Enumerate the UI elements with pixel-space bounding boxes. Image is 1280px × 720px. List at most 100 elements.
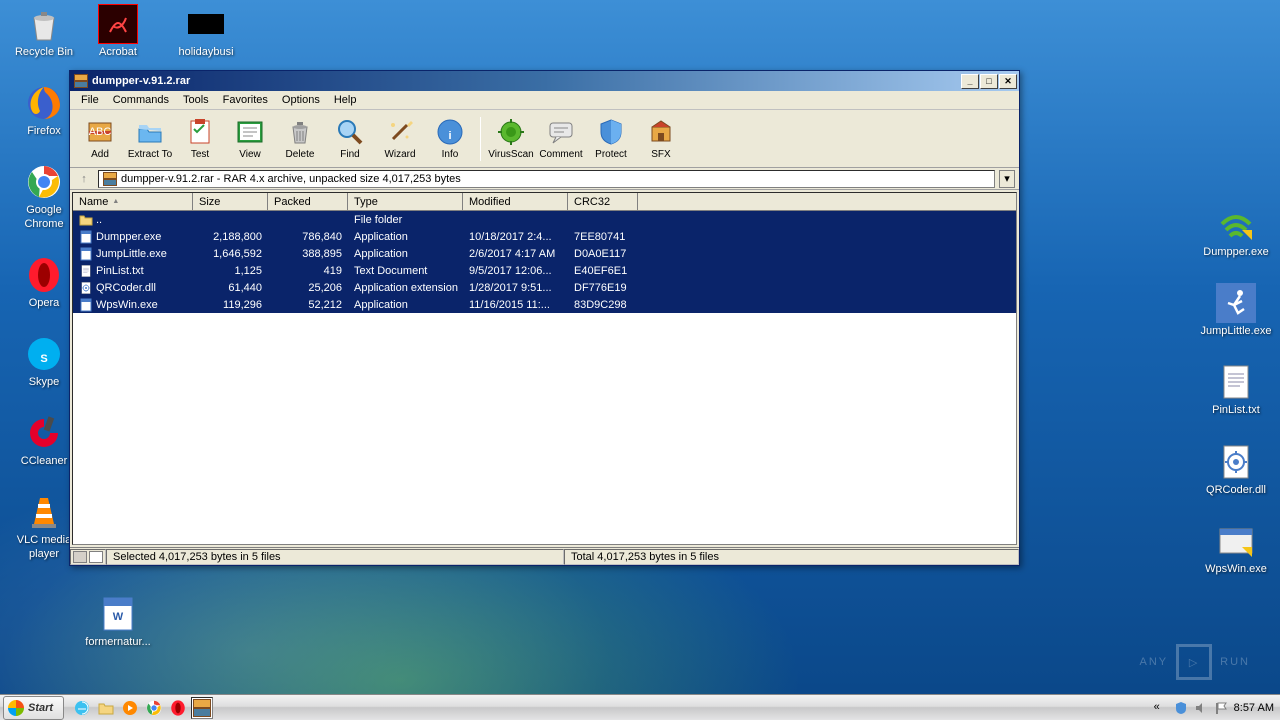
firefox-icon [24, 83, 64, 123]
column-header-type[interactable]: Type [348, 193, 463, 210]
test-icon [185, 117, 215, 147]
path-field[interactable]: dumpper-v.91.2.rar - RAR 4.x archive, un… [98, 170, 995, 188]
column-headers: NameSizePackedTypeModifiedCRC32 [73, 193, 1016, 211]
file-row[interactable]: QRCoder.dll 61,440 25,206 Application ex… [73, 279, 1016, 296]
tool-info[interactable]: iInfo [426, 113, 474, 165]
menu-options[interactable]: Options [275, 92, 327, 108]
cell-modified: 1/28/2017 9:51... [463, 281, 568, 295]
start-button[interactable]: Start [3, 696, 64, 720]
tool-find[interactable]: Find [326, 113, 374, 165]
taskbar-item-opera[interactable] [167, 697, 189, 719]
column-header-size[interactable]: Size [193, 193, 268, 210]
tool-view[interactable]: View [226, 113, 274, 165]
tool-label: View [239, 149, 261, 160]
desktop-icon-dumpper-exe[interactable]: Dumpper.exe [1200, 204, 1272, 259]
tool-label: Protect [595, 149, 627, 160]
tool-comment[interactable]: Comment [537, 113, 585, 165]
cell-packed: 786,840 [268, 230, 348, 244]
cell-packed: 52,212 [268, 298, 348, 312]
cell-size: 61,440 [193, 281, 268, 295]
recycle-icon [24, 4, 64, 44]
cell-crc: 7EE80741 [568, 230, 638, 244]
tool-extract-to[interactable]: Extract To [126, 113, 174, 165]
volume-icon[interactable] [1194, 701, 1208, 715]
cell-name: QRCoder.dll [73, 280, 193, 296]
menu-tools[interactable]: Tools [176, 92, 216, 108]
flag-icon[interactable] [1214, 701, 1228, 715]
desktop-icon-formernatur-[interactable]: Wformernatur... [82, 594, 154, 649]
icon-label: PinList.txt [1212, 404, 1260, 417]
tool-add[interactable]: ABCAdd [76, 113, 124, 165]
tool-wizard[interactable]: Wizard [376, 113, 424, 165]
menu-file[interactable]: File [74, 92, 106, 108]
svg-text:i: i [448, 130, 451, 142]
menu-favorites[interactable]: Favorites [216, 92, 275, 108]
dll-icon [79, 281, 93, 295]
taskbar-item-chrome[interactable] [143, 697, 165, 719]
shield-icon[interactable] [1174, 701, 1188, 715]
file-row[interactable]: JumpLittle.exe 1,646,592 388,895 Applica… [73, 245, 1016, 262]
taskbar-item-explorer[interactable] [95, 697, 117, 719]
file-row[interactable]: WpsWin.exe 119,296 52,212 Application 11… [73, 296, 1016, 313]
desktop-icon-holidaybusi[interactable]: holidaybusi [170, 4, 242, 59]
cell-packed: 25,206 [268, 281, 348, 295]
desktop-icon-recycle-bin[interactable]: Recycle Bin [8, 4, 80, 59]
tool-test[interactable]: Test [176, 113, 224, 165]
maximize-button[interactable]: □ [980, 74, 998, 89]
icon-label: Acrobat [99, 46, 137, 59]
file-row[interactable]: Dumpper.exe 2,188,800 786,840 Applicatio… [73, 228, 1016, 245]
path-dropdown-button[interactable]: ▾ [999, 170, 1015, 188]
tool-sfx[interactable]: SFX [637, 113, 685, 165]
status-icons [70, 549, 106, 565]
desktop-icon-wpswin-exe[interactable]: WpsWin.exe [1200, 521, 1272, 576]
txt-icon [79, 264, 93, 278]
wifi-icon [1216, 204, 1256, 244]
dll-icon [1216, 442, 1256, 482]
icon-label: Firefox [27, 125, 61, 138]
cell-type: Text Document [348, 264, 463, 278]
icon-label: WpsWin.exe [1205, 563, 1267, 576]
tool-virusscan[interactable]: VirusScan [487, 113, 535, 165]
add-icon: ABC [85, 117, 115, 147]
skype-icon: S [24, 334, 64, 374]
cell-modified: 9/5/2017 12:06... [463, 264, 568, 278]
cell-modified: 10/18/2017 2:4... [463, 230, 568, 244]
close-button[interactable]: ✕ [999, 74, 1017, 89]
desktop-icon-acrobat[interactable]: Acrobat [82, 4, 154, 59]
find-icon [335, 117, 365, 147]
tool-protect[interactable]: Protect [587, 113, 635, 165]
taskbar-item-ie[interactable] [71, 697, 93, 719]
menu-commands[interactable]: Commands [106, 92, 176, 108]
up-button[interactable]: ↑ [74, 170, 94, 188]
cell-name: Dumpper.exe [73, 229, 193, 245]
desktop-icon-pinlist-txt[interactable]: PinList.txt [1200, 362, 1272, 417]
cell-packed [268, 219, 348, 221]
minimize-button[interactable]: _ [961, 74, 979, 89]
taskbar-item-winrar[interactable] [191, 697, 213, 719]
info-icon: i [435, 117, 465, 147]
column-header-modified[interactable]: Modified [463, 193, 568, 210]
clock[interactable]: 8:57 AM [1234, 702, 1274, 714]
file-list: NameSizePackedTypeModifiedCRC32 .. File … [72, 192, 1017, 545]
expand-tray-icon[interactable]: « [1154, 701, 1168, 715]
cell-name: PinList.txt [73, 263, 193, 279]
cell-modified [463, 219, 568, 221]
path-text: dumpper-v.91.2.rar - RAR 4.x archive, un… [121, 173, 461, 185]
desktop-icon-jumplittle-exe[interactable]: JumpLittle.exe [1200, 283, 1272, 338]
file-row[interactable]: .. File folder [73, 211, 1016, 228]
titlebar[interactable]: dumpper-v.91.2.rar _ □ ✕ [70, 71, 1019, 91]
desktop-icon-qrcoder-dll[interactable]: QRCoder.dll [1200, 442, 1272, 497]
status-selected: Selected 4,017,253 bytes in 5 files [106, 549, 564, 565]
file-row[interactable]: PinList.txt 1,125 419 Text Document 9/5/… [73, 262, 1016, 279]
column-header-crc32[interactable]: CRC32 [568, 193, 638, 210]
tool-delete[interactable]: Delete [276, 113, 324, 165]
menu-help[interactable]: Help [327, 92, 364, 108]
cell-name: JumpLittle.exe [73, 246, 193, 262]
taskbar-item-wmp[interactable] [119, 697, 141, 719]
column-header-packed[interactable]: Packed [268, 193, 348, 210]
column-header-name[interactable]: Name [73, 193, 193, 210]
tool-label: Comment [539, 149, 582, 160]
ccleaner-icon [24, 413, 64, 453]
cell-type: Application [348, 247, 463, 261]
delete-icon [285, 117, 315, 147]
